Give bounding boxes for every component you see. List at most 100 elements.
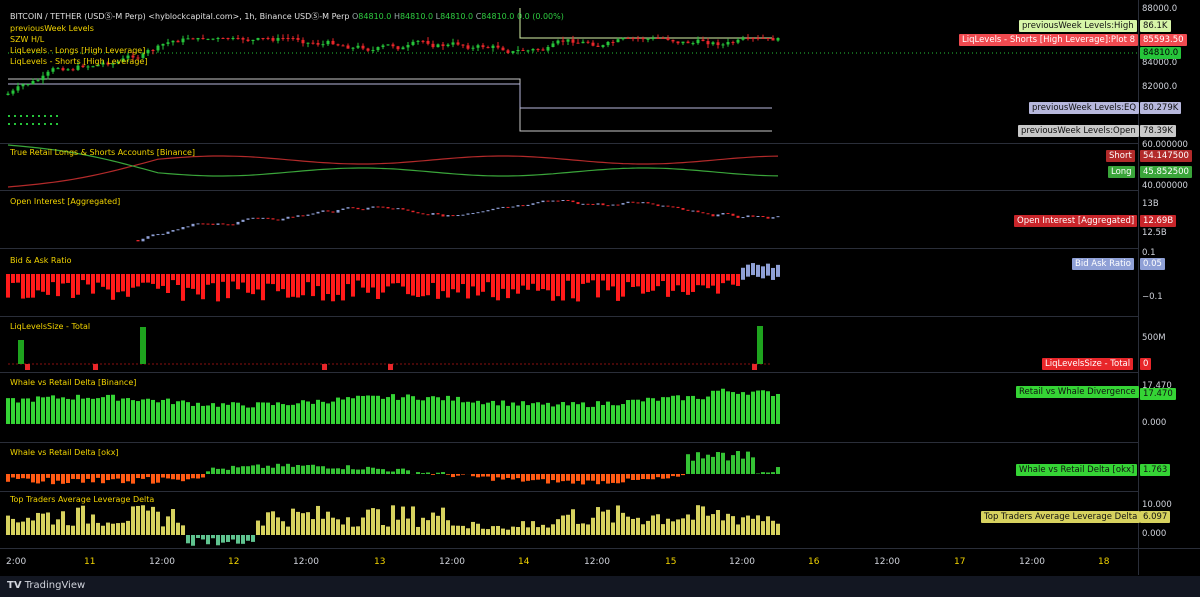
bidask-bar — [196, 274, 200, 295]
whale-binance-bar — [391, 394, 395, 424]
whale-binance-bar — [101, 397, 105, 424]
top-traders-bar — [556, 519, 560, 535]
top-traders-bar — [651, 515, 655, 535]
bidask-bar — [266, 274, 270, 284]
whale-binance-bar — [176, 401, 180, 424]
oi-candle — [511, 206, 515, 208]
bidask-value-label[interactable]: 0.05 — [1140, 258, 1165, 270]
pane-divider[interactable] — [0, 248, 1138, 249]
okx-value-label[interactable]: 1.763 — [1140, 464, 1171, 476]
top-name-label[interactable]: Top Traders Average Leverage Delta — [981, 511, 1141, 523]
pane-title-liqsize[interactable]: LiqLevelsSize - Total — [10, 321, 90, 332]
bidask-bar — [661, 274, 665, 282]
tradingview-logo[interactable]: TV TradingView — [7, 580, 85, 591]
bidask-bar — [71, 274, 75, 298]
liq-shorts-value-label[interactable]: 85593.50 — [1140, 34, 1187, 46]
whale-okx-bar — [621, 474, 625, 483]
top-value-label[interactable]: 6.097 — [1140, 511, 1171, 523]
oi-candle — [141, 238, 145, 242]
pw-eq-value-label[interactable]: 80.279K — [1140, 102, 1182, 114]
oi-candle — [696, 210, 700, 213]
pane-title-retail[interactable]: True Retail Longs & Shorts Accounts [Bin… — [10, 147, 195, 158]
divergence-value-label[interactable]: 17.470 — [1140, 388, 1176, 400]
whale-okx-bar — [691, 460, 695, 474]
liq-shorts-name-label[interactable]: LiqLevels - Shorts [High Leverage]:Plot … — [959, 34, 1139, 46]
oi-value-label[interactable]: 12.69B — [1140, 215, 1177, 227]
pw-high-name-label[interactable]: previousWeek Levels:High — [1019, 20, 1137, 32]
top-traders-bar — [171, 509, 175, 535]
bidask-bar — [446, 274, 450, 298]
candle-body — [676, 41, 680, 44]
top-traders-bar — [36, 512, 40, 535]
short-value-label[interactable]: 54.147500 — [1140, 150, 1192, 162]
pane-divider[interactable] — [0, 316, 1138, 317]
oi-candle — [136, 240, 140, 242]
short-name-label[interactable]: Short — [1106, 150, 1135, 162]
candle-body — [536, 49, 540, 51]
bidask-name-label[interactable]: Bid Ask Ratio — [1072, 258, 1134, 270]
bidask-bar — [701, 274, 705, 286]
long-name-label[interactable]: Long — [1108, 166, 1135, 178]
candle-body — [501, 47, 505, 51]
pw-open-value-label[interactable]: 78.39K — [1140, 125, 1176, 137]
candle-body — [681, 41, 685, 44]
top-traders-bar — [146, 510, 150, 535]
whale-okx-bar — [71, 474, 75, 479]
pw-open-name-label[interactable]: previousWeek Levels:Open — [1018, 125, 1139, 137]
candle-body — [596, 45, 600, 47]
whale-okx-bar — [651, 474, 655, 480]
chart-canvas[interactable] — [0, 0, 1138, 548]
oi-candle — [666, 205, 670, 207]
whale-binance-bar — [271, 405, 275, 424]
whale-binance-bar — [686, 396, 690, 424]
candle-body — [236, 38, 240, 39]
last-price-label[interactable]: 84810.0 — [1140, 47, 1182, 59]
pw-eq-name-label[interactable]: previousWeek Levels:EQ — [1029, 102, 1140, 114]
bidask-bar — [251, 274, 255, 295]
pw-high-value-label[interactable]: 86.1K — [1140, 20, 1171, 32]
top-traders-bar — [381, 525, 385, 535]
whale-okx-bar — [416, 472, 420, 474]
whale-okx-bar — [261, 467, 265, 474]
symbol-legend[interactable]: BITCOIN / TETHER (USDⓈ-M Perp) <hyblockc… — [10, 11, 564, 22]
indicator-legend-szw[interactable]: SZW H/L — [10, 34, 44, 45]
whale-okx-bar — [291, 466, 295, 474]
oi-candle — [416, 212, 420, 214]
pane-divider[interactable] — [0, 442, 1138, 443]
top-traders-bar — [366, 509, 370, 535]
pane-divider[interactable] — [0, 190, 1138, 191]
indicator-legend-liq-longs[interactable]: LiqLevels - Longs [High Leverage] — [10, 45, 145, 56]
indicator-legend-previous-week[interactable]: previousWeek Levels — [10, 23, 94, 34]
pane-title-oi[interactable]: Open Interest [Aggregated] — [10, 196, 120, 207]
pane-divider[interactable] — [0, 491, 1138, 492]
chart-stage[interactable]: BITCOIN / TETHER (USDⓈ-M Perp) <hyblockc… — [0, 0, 1200, 597]
oi-name-label[interactable]: Open Interest [Aggregated] — [1014, 215, 1138, 227]
whale-okx-bar — [541, 474, 545, 480]
bidask-bar — [436, 274, 440, 299]
liqsize-value-label[interactable]: 0 — [1140, 358, 1152, 370]
candle-body — [486, 47, 490, 49]
pane-title-bidask[interactable]: Bid & Ask Ratio — [10, 255, 71, 266]
whale-okx-bar — [521, 474, 525, 482]
pane-divider[interactable] — [0, 143, 1138, 144]
pane-divider[interactable] — [0, 372, 1138, 373]
whale-binance-bar — [191, 405, 195, 424]
indicator-legend-liq-shorts[interactable]: LiqLevels - Shorts [High Leverage] — [10, 56, 147, 67]
liqsize-name-label[interactable]: LiqLevelsSize - Total — [1042, 358, 1134, 370]
pane-title-whale-binance[interactable]: Whale vs Retail Delta [Binance] — [10, 377, 136, 388]
oi-candle — [771, 217, 775, 219]
long-value-label[interactable]: 45.852500 — [1140, 166, 1192, 178]
whale-binance-bar — [266, 402, 270, 424]
pane-title-top-traders[interactable]: Top Traders Average Leverage Delta — [10, 494, 154, 505]
top-traders-bar — [271, 511, 275, 535]
pane-title-whale-okx[interactable]: Whale vs Retail Delta [okx] — [10, 447, 119, 458]
top-traders-bar — [56, 519, 60, 535]
bidask-bar — [136, 274, 140, 287]
whale-okx-bar — [186, 474, 190, 480]
okx-name-label[interactable]: Whale vs Retail Delta [okx] — [1016, 464, 1138, 476]
bidask-bar — [356, 274, 360, 281]
whale-binance-bar — [41, 397, 45, 424]
divergence-name-label[interactable]: Retail vs Whale Divergence — [1016, 386, 1139, 398]
top-traders-bar — [281, 521, 285, 535]
whale-okx-bar — [456, 474, 460, 476]
